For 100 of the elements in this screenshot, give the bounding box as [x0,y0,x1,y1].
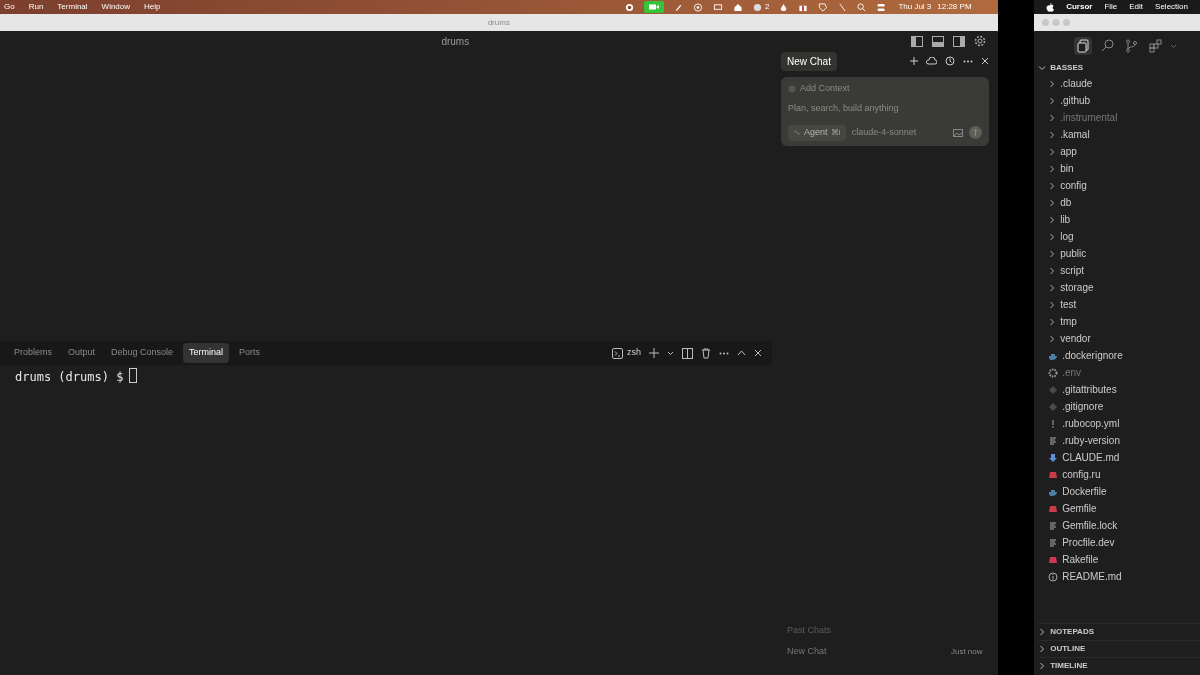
menu-item[interactable]: Window [101,1,131,13]
add-icon[interactable] [909,57,918,65]
chevron-up-icon[interactable] [737,350,746,356]
tree-document-row[interactable]: .gitignore [1038,398,1200,415]
add-terminal-icon[interactable] [649,348,659,358]
menu-item[interactable]: Edit [1129,1,1144,13]
tree-folder-row[interactable]: .github [1038,92,1200,109]
menu-item[interactable]: Terminal [57,1,88,13]
terminal-icon[interactable] [612,347,623,359]
tree-document-row[interactable]: Gemfile.lock [1038,517,1200,534]
tree-document-row[interactable]: Procfile.dev [1038,534,1200,551]
gem-icon [1048,503,1059,514]
tree-document-row[interactable]: Rakefile [1038,551,1200,568]
cloud-icon[interactable] [925,57,937,65]
info-icon [1048,571,1059,582]
sidebar-toggle-icon[interactable] [910,35,923,47]
tree-folder-row[interactable]: log [1038,228,1200,245]
close-icon[interactable] [754,349,762,357]
panel-tab[interactable]: Debug Console [105,343,180,363]
split-icon[interactable] [682,347,693,359]
extensions-tab[interactable] [1146,37,1165,55]
panel-tab[interactable]: Ports [233,343,267,363]
tree-folder-row[interactable]: script [1038,262,1200,279]
secondary-sidebar-toggle-icon[interactable] [952,35,965,47]
menu-item[interactable]: Selection [1155,1,1188,13]
tree-document-row[interactable]: Gemfile [1038,500,1200,517]
workspace-title: drums [441,34,470,49]
tree-folder-row[interactable]: vendor [1038,330,1200,347]
chat-tab[interactable]: New Chat [781,51,837,71]
more-icon[interactable] [719,351,729,355]
tree-document-row[interactable]: CLAUDE.md [1038,449,1200,466]
files-tab[interactable] [1074,37,1093,55]
past-chat-item[interactable]: New Chat Just now [781,645,989,659]
tree-folder-row[interactable]: .kamal [1038,126,1200,143]
panel-tab[interactable]: Output [62,343,102,363]
tree-document-row[interactable]: .ruby-version [1038,432,1200,449]
tag-icon[interactable] [818,2,829,12]
panel-tab[interactable]: Terminal [183,343,230,363]
history-icon[interactable] [944,56,955,66]
tree-document-row[interactable]: .rubocop.yml [1038,415,1200,432]
tree-folder-row[interactable]: public [1038,245,1200,262]
close-icon[interactable] [980,57,989,65]
lines-icon [1048,435,1059,446]
panel-toggle-icon[interactable] [931,35,944,47]
gem-icon [1048,554,1059,565]
gem-icon [1048,469,1059,480]
pen-icon[interactable] [673,2,683,12]
tree-document-row[interactable]: config.ru [1038,466,1200,483]
explorer-root[interactable]: BASSES [1038,60,1200,75]
mode-selector[interactable]: Agent ⌘I [788,125,846,141]
menu-bar-date[interactable]: Thu Jul 3 [898,1,932,13]
shell-name[interactable]: zsh [627,346,641,360]
video-camera-icon[interactable] [643,1,664,13]
chat-composer[interactable]: Add Context Plan, search, build anything Agent ⌘I claude-4-sonnet [781,77,989,146]
send-icon[interactable] [968,126,982,140]
record-icon[interactable] [624,2,634,12]
chevron-down-icon[interactable] [667,350,674,356]
tree-document-row[interactable]: .dockerignore [1038,347,1200,364]
notification-count: 2 [764,1,770,13]
circle-icon[interactable] [752,2,762,12]
tree-folder-row[interactable]: .instrumental [1038,109,1200,126]
menu-item[interactable]: Help [144,1,161,13]
tree-folder-row[interactable]: tmp [1038,313,1200,330]
tree-folder-row[interactable]: db [1038,194,1200,211]
drop-icon[interactable] [779,2,789,12]
image-icon[interactable] [952,128,963,137]
lines-icon [1048,520,1059,531]
menu-item[interactable]: Go [4,1,15,13]
menu-item[interactable]: Run [28,1,44,13]
slash-icon[interactable] [838,2,848,12]
tree-folder-row[interactable]: bin [1038,160,1200,177]
section-header[interactable]: OUTLINE [1038,640,1200,657]
chat-input[interactable]: Plan, search, build anything [788,101,982,115]
lines-icon [1048,537,1059,548]
tree-folder-row[interactable]: config [1038,177,1200,194]
tree-folder-row[interactable]: test [1038,296,1200,313]
tree-document-row[interactable]: .env [1038,364,1200,381]
tree-document-row[interactable]: README.md [1038,568,1200,585]
tree-folder-row[interactable]: storage [1038,279,1200,296]
tree-folder-row[interactable]: lib [1038,211,1200,228]
search-icon[interactable] [857,2,867,12]
panel-tab[interactable]: Problems [8,343,58,363]
apple-icon[interactable] [1046,2,1055,12]
trash-icon[interactable] [701,347,711,359]
tree-folder-row[interactable]: app [1038,143,1200,160]
menu-bar-time[interactable]: 12:28 PM [937,1,972,13]
tree-folder-row[interactable]: .claude [1038,75,1200,92]
more-icon[interactable] [962,59,973,63]
eye-icon[interactable] [692,2,703,12]
section-header[interactable]: NOTEPADS [1038,623,1200,640]
tree-document-row[interactable]: .gitattributes [1038,381,1200,398]
menu-item[interactable]: Cursor [1066,1,1093,13]
section-header[interactable]: TIMELINE [1038,657,1200,674]
settings-icon[interactable] [973,35,986,47]
house-icon[interactable] [732,2,743,12]
monitor-icon[interactable] [712,2,723,12]
tree-document-row[interactable]: Dockerfile [1038,483,1200,500]
terminal-prompt: drums (drums) $ [15,369,124,386]
diamond-icon [1048,384,1059,395]
menu-item[interactable]: File [1104,1,1118,13]
